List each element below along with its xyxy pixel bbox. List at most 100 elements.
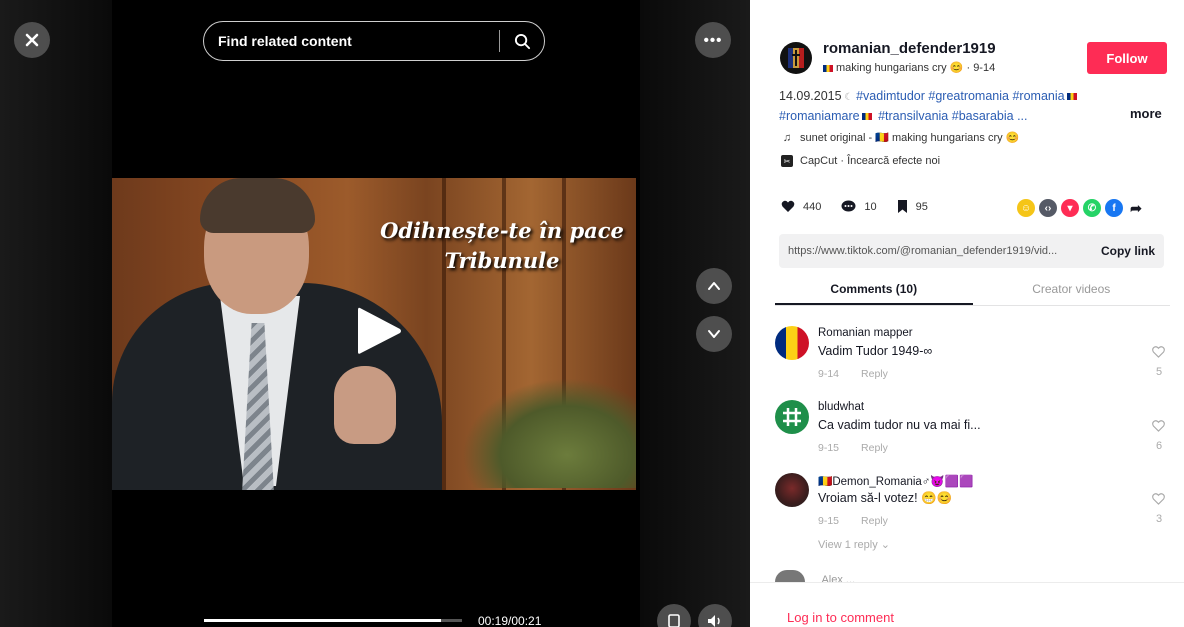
music-title: sunet original - 🇷🇴 making hungarians cr… — [800, 132, 1020, 144]
tab-comments[interactable]: Comments (10) — [775, 276, 973, 305]
author-avatar[interactable] — [780, 42, 812, 74]
view-replies-button[interactable]: View 1 reply ⌄ — [818, 538, 890, 551]
music-row[interactable]: ♫ sunet original - 🇷🇴 making hungarians … — [781, 131, 1020, 145]
video-url[interactable]: https://www.tiktok.com/@romanian_defende… — [779, 245, 1101, 257]
comment-author[interactable]: 🇷🇴Demon_Romania♂😈🟪🟪 — [818, 474, 973, 488]
bookmark-icon — [897, 200, 907, 213]
globe-icon: ☾ — [841, 92, 857, 103]
chevron-down-icon — [708, 330, 720, 338]
comment-avatar[interactable] — [775, 400, 809, 434]
music-note-icon: ♫ — [782, 131, 792, 144]
chevron-up-icon — [708, 282, 720, 290]
comment-avatar[interactable] — [775, 473, 809, 507]
comment-date: 9-14 — [818, 368, 840, 380]
volume-icon — [708, 615, 720, 627]
close-button[interactable] — [14, 22, 50, 58]
hashtag[interactable]: #romania — [1012, 89, 1064, 103]
video-player[interactable]: Find related content ••• Odihnește-te în… — [0, 0, 750, 627]
comment-avatar[interactable] — [775, 326, 809, 360]
grid-icon — [783, 408, 801, 426]
send-icon[interactable]: ▾ — [1061, 199, 1079, 217]
search-input[interactable]: Find related content — [204, 33, 499, 49]
comment-icon — [841, 200, 856, 212]
heart-outline-icon[interactable] — [1152, 420, 1165, 432]
overlay-line-2: Tribunule — [444, 248, 560, 273]
share-arrow-icon[interactable]: ➦ — [1127, 199, 1145, 217]
close-icon — [25, 33, 39, 47]
hashtag[interactable]: #greatromania — [928, 89, 1009, 103]
save-count: 95 — [915, 200, 928, 213]
reply-button[interactable]: Reply — [861, 515, 888, 527]
comment-text: Ca vadim tudor nu va mai fi... — [818, 418, 981, 432]
romania-flag-icon — [1066, 93, 1077, 100]
author-subtitle: making hungarians cry 😊 · 9-14 — [823, 61, 995, 74]
capcut-icon: ✂ — [781, 155, 793, 167]
more-icon: ••• — [703, 31, 723, 49]
video-caption: 14.09.2015 ☾ #vadimtudor #greatromania #… — [779, 87, 1164, 126]
comment-text: Vadim Tudor 1949-∞ — [818, 344, 933, 358]
panel-tabs: Comments (10) Creator videos — [775, 276, 1170, 306]
heart-outline-icon[interactable] — [1152, 493, 1165, 505]
comment-stat[interactable]: 10 — [841, 200, 877, 213]
picture-in-picture-icon — [668, 614, 680, 627]
video-caption-overlay: Odihnește-te în pace Tribunule — [372, 216, 632, 276]
smile-share-icon[interactable]: ☺ — [1017, 199, 1035, 217]
heart-icon — [781, 200, 795, 212]
follow-button[interactable]: Follow — [1087, 42, 1167, 74]
comment-like-count: 3 — [1156, 513, 1163, 525]
capcut-row[interactable]: ✂ CapCut · Încearcă efecte noi — [781, 155, 940, 167]
comment-like-count: 6 — [1156, 440, 1163, 452]
capcut-text: CapCut · Încearcă efecte noi — [800, 155, 941, 167]
comment-like-count: 5 — [1156, 366, 1163, 378]
hashtag[interactable]: #basarabia ... — [952, 109, 1028, 123]
copy-link-box: https://www.tiktok.com/@romanian_defende… — [779, 234, 1164, 268]
comment-footer: Log in to comment — [750, 582, 1184, 627]
like-stat[interactable]: 440 — [781, 200, 821, 213]
comment-author[interactable]: Romanian mapper — [818, 327, 913, 339]
copy-link-button[interactable]: Copy link — [1101, 244, 1164, 258]
hashtag[interactable]: #romaniamare — [779, 109, 860, 123]
whatsapp-icon[interactable]: ✆ — [1083, 199, 1101, 217]
search-button[interactable] — [500, 22, 544, 60]
next-video-button[interactable] — [696, 316, 732, 352]
like-count: 440 — [803, 200, 822, 213]
progress-fill — [204, 619, 442, 622]
embed-icon[interactable]: ‹› — [1039, 199, 1057, 217]
play-button[interactable] — [354, 304, 404, 358]
author-username[interactable]: romanian_defender1919 — [823, 40, 996, 57]
previous-video-button[interactable] — [696, 268, 732, 304]
play-icon — [358, 307, 401, 354]
hashtag[interactable]: #vadimtudor — [856, 89, 925, 103]
partial-comment-author: Alex ... — [821, 574, 856, 582]
caption-date: 14.09.2015 — [779, 89, 842, 103]
hashtag[interactable]: #transilvania — [878, 109, 948, 123]
facebook-icon[interactable]: f — [1105, 199, 1123, 217]
partial-avatar — [775, 570, 805, 582]
comment-date: 9-15 — [818, 515, 840, 527]
engagement-stats: 440 10 95 — [781, 200, 948, 213]
partial-comment: Alex ... — [775, 570, 1170, 582]
romania-flag-icon — [861, 113, 872, 120]
heart-outline-icon[interactable] — [1152, 346, 1165, 358]
reply-button[interactable]: Reply — [861, 368, 888, 380]
video-time: 00:19/00:21 — [478, 614, 542, 627]
progress-bar[interactable] — [204, 619, 462, 622]
overlay-line-1: Odihnește-te în pace — [380, 218, 624, 243]
comment-count: 10 — [864, 200, 877, 213]
search-icon — [514, 33, 530, 49]
comment-text: Vroiam să-l votez! 😁😊 — [818, 491, 953, 505]
save-stat[interactable]: 95 — [897, 200, 928, 213]
more-options-button[interactable]: ••• — [695, 22, 731, 58]
share-buttons: ☺ ‹› ▾ ✆ f ➦ — [1017, 199, 1145, 217]
search-bar[interactable]: Find related content — [203, 21, 545, 61]
tiktok-video-page: Find related content ••• Odihnește-te în… — [0, 0, 1184, 627]
video-info-panel: romanian_defender1919 making hungarians … — [750, 0, 1184, 627]
comment-date: 9-15 — [818, 442, 840, 454]
caption-more-button[interactable]: more — [1130, 106, 1162, 121]
tab-creator-videos[interactable]: Creator videos — [973, 276, 1171, 305]
flag-cross-icon — [788, 48, 804, 68]
reply-button[interactable]: Reply — [861, 442, 888, 454]
login-to-comment-link[interactable]: Log in to comment — [787, 610, 894, 625]
comment-author[interactable]: bludwhat — [818, 401, 864, 413]
romania-flag-icon — [823, 64, 833, 72]
